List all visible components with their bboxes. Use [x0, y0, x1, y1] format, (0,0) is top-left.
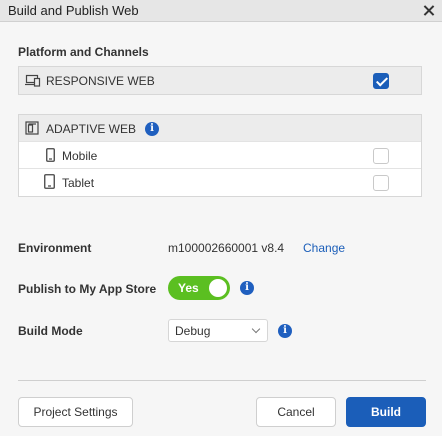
- adaptive-web-icon: [25, 121, 39, 138]
- responsive-web-label: RESPONSIVE WEB: [46, 74, 155, 88]
- channel-row-mobile[interactable]: Mobile: [19, 142, 421, 169]
- adaptive-web-label: ADAPTIVE WEB: [46, 122, 137, 136]
- build-button[interactable]: Build: [346, 397, 426, 427]
- cancel-button[interactable]: Cancel: [256, 397, 336, 427]
- channel-checkbox-mobile[interactable]: [373, 148, 389, 164]
- mobile-icon: [46, 148, 55, 165]
- info-icon[interactable]: i: [145, 122, 159, 136]
- adaptive-web-row: ADAPTIVE WEB i: [19, 115, 421, 142]
- adaptive-web-group: ADAPTIVE WEB i Mobile Tablet: [18, 114, 422, 197]
- build-mode-select[interactable]: Debug: [168, 319, 268, 342]
- dialog-title: Build and Publish Web: [8, 3, 139, 18]
- close-icon[interactable]: [420, 2, 438, 20]
- environment-value: m100002660001 v8.4: [168, 241, 285, 255]
- platform-section-label: Platform and Channels: [18, 45, 149, 59]
- responsive-web-row[interactable]: RESPONSIVE WEB: [19, 67, 421, 94]
- publish-label: Publish to My App Store: [18, 282, 157, 296]
- toggle-knob: [209, 279, 227, 297]
- responsive-web-icon: [25, 74, 41, 90]
- channel-label-mobile: Mobile: [62, 149, 98, 163]
- build-mode-value: Debug: [175, 324, 211, 338]
- build-mode-label: Build Mode: [18, 324, 83, 338]
- info-icon[interactable]: i: [278, 324, 292, 338]
- footer-divider: [18, 380, 426, 381]
- responsive-web-checkbox[interactable]: [373, 73, 389, 89]
- environment-label: Environment: [18, 241, 92, 255]
- project-settings-button[interactable]: Project Settings: [18, 397, 133, 427]
- tablet-icon: [44, 174, 55, 192]
- channel-checkbox-tablet[interactable]: [373, 175, 389, 191]
- channel-row-tablet[interactable]: Tablet: [19, 169, 421, 196]
- info-icon[interactable]: i: [240, 281, 254, 295]
- chevron-down-icon: [251, 324, 261, 334]
- publish-toggle-text: Yes: [178, 281, 199, 295]
- publish-toggle[interactable]: Yes: [168, 276, 230, 300]
- environment-change-link[interactable]: Change: [303, 241, 345, 255]
- channel-label-tablet: Tablet: [62, 176, 95, 190]
- responsive-web-group: RESPONSIVE WEB: [18, 66, 422, 95]
- title-bar: Build and Publish Web: [0, 0, 442, 22]
